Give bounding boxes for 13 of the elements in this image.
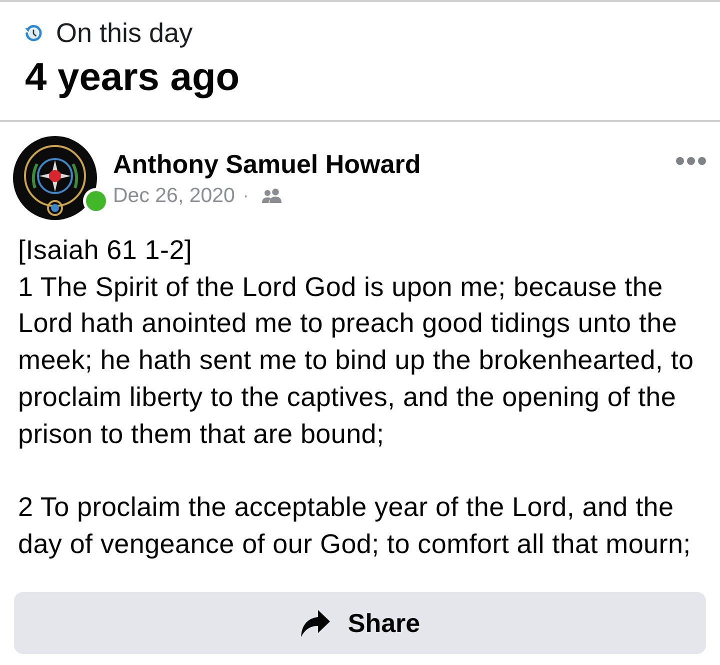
more-icon bbox=[676, 157, 706, 165]
share-button[interactable]: Share bbox=[14, 592, 706, 654]
separator-dot: · bbox=[242, 186, 249, 206]
more-button[interactable] bbox=[676, 157, 706, 165]
share-icon bbox=[300, 610, 330, 637]
post-paragraph: [Isaiah 61 1-2] 1 The Spirit of the Lord God is upon me; because the Lord hath anointed me to preach good tidings unto the meek; he hath sent me to bind up the brokenhearted, to proclaim liberty to the captives, and the opening of the prison to them that are bound; bbox=[18, 234, 695, 451]
people-icon[interactable] bbox=[260, 188, 283, 204]
section-label: On this day bbox=[56, 18, 193, 48]
post-paragraph: 2 To proclaim the acceptable year of the Lord, and the day of vengeance of our God; to comfort all that mourn; bbox=[18, 490, 692, 561]
memory-title: 4 years ago bbox=[25, 56, 241, 100]
clock-history-icon bbox=[24, 24, 43, 42]
compass-avatar-drawing[interactable] bbox=[13, 136, 97, 220]
author-name[interactable]: Anthony Samuel Howard bbox=[113, 149, 421, 180]
